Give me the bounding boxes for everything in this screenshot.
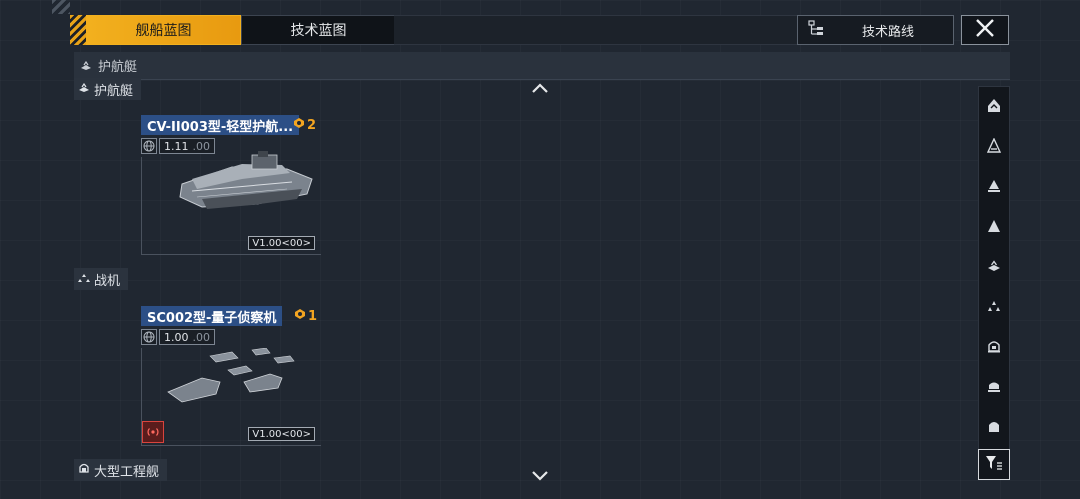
version-sub: .00: [192, 330, 211, 344]
version-tag: V1.00<00>: [248, 236, 315, 250]
top-bar-filler: [394, 15, 798, 45]
section-escort: 护航艇: [74, 78, 142, 100]
filter-icon: [985, 455, 1003, 475]
blueprint-count-value: 1: [308, 308, 318, 324]
tab-accent-stripe: [70, 15, 86, 45]
carrier-filter-icon[interactable]: [979, 371, 1009, 401]
cruiser-filter-icon[interactable]: [979, 171, 1009, 201]
scroll-up-icon[interactable]: [530, 82, 550, 94]
version-main: 1.00: [164, 330, 189, 344]
battlecruiser-filter-icon[interactable]: [979, 211, 1009, 241]
destroyer-filter-icon[interactable]: [979, 131, 1009, 161]
version-value: 1.00.00: [159, 329, 215, 345]
blueprint-card[interactable]: CV-II003型-轻型护航... 2 1.11.00 V1.00<00>: [141, 115, 321, 255]
corvette-filter-icon[interactable]: [979, 331, 1009, 361]
tech-route-label: 技术路线: [862, 24, 915, 40]
blueprint-frame: V1.00<00>: [141, 348, 321, 446]
category-bar[interactable]: 护航艇: [74, 52, 1010, 80]
escort-filter-icon[interactable]: [979, 251, 1009, 281]
blueprint-name: CV-II003型-轻型护航...: [141, 115, 300, 135]
globe-icon: [141, 329, 157, 345]
scroll-down-icon[interactable]: [530, 470, 550, 482]
close-button[interactable]: [961, 15, 1009, 45]
engineering-icon: [78, 462, 90, 478]
tab-ship-blueprint[interactable]: 舰船蓝图: [86, 15, 241, 45]
category-title: 护航艇: [98, 60, 138, 75]
decor-stripe: [52, 0, 70, 14]
version-tag: V1.00<00>: [248, 427, 315, 441]
section-label-text: 大型工程舰: [94, 464, 160, 480]
recon-fighter-squad-icon: [167, 348, 295, 403]
radio-signal-icon: [142, 421, 164, 443]
ship-type-sidebar: [978, 86, 1010, 480]
blueprint-count: 1: [294, 308, 317, 324]
tree-icon: [808, 20, 824, 40]
version-row: 1.00.00: [141, 329, 215, 345]
section-engineering: 大型工程舰: [74, 459, 168, 481]
fighter-filter-icon[interactable]: [979, 291, 1009, 321]
globe-icon: [141, 138, 157, 154]
escort-icon: [78, 82, 90, 97]
section-label-text: 护航艇: [94, 83, 134, 99]
engineering-filter-icon[interactable]: [979, 411, 1009, 441]
frigate-filter-icon[interactable]: [979, 91, 1009, 121]
close-icon: [975, 18, 995, 42]
section-fighter: 战机: [74, 268, 129, 290]
blueprint-count: 2: [293, 117, 316, 133]
blueprint-chip-icon: [293, 117, 305, 133]
blueprint-name: SC002型-量子侦察机: [141, 306, 283, 326]
escort-icon: [80, 56, 92, 75]
blueprint-frame: V1.00<00>: [141, 151, 321, 255]
filter-button[interactable]: [978, 449, 1010, 480]
blueprint-card[interactable]: SC002型-量子侦察机 1 1.00.00 V1.00<00>: [141, 306, 321, 446]
escort-ship-model-icon: [179, 151, 313, 209]
section-label-text: 战机: [94, 273, 121, 289]
blueprint-count-value: 2: [307, 117, 317, 133]
blueprint-chip-icon: [294, 308, 306, 324]
tech-route-button[interactable]: 技术路线: [797, 15, 954, 45]
fighter-icon: [78, 272, 90, 287]
tab-tech-blueprint[interactable]: 技术蓝图: [241, 15, 396, 45]
blueprint-tabs: 舰船蓝图 技术蓝图: [70, 15, 396, 45]
